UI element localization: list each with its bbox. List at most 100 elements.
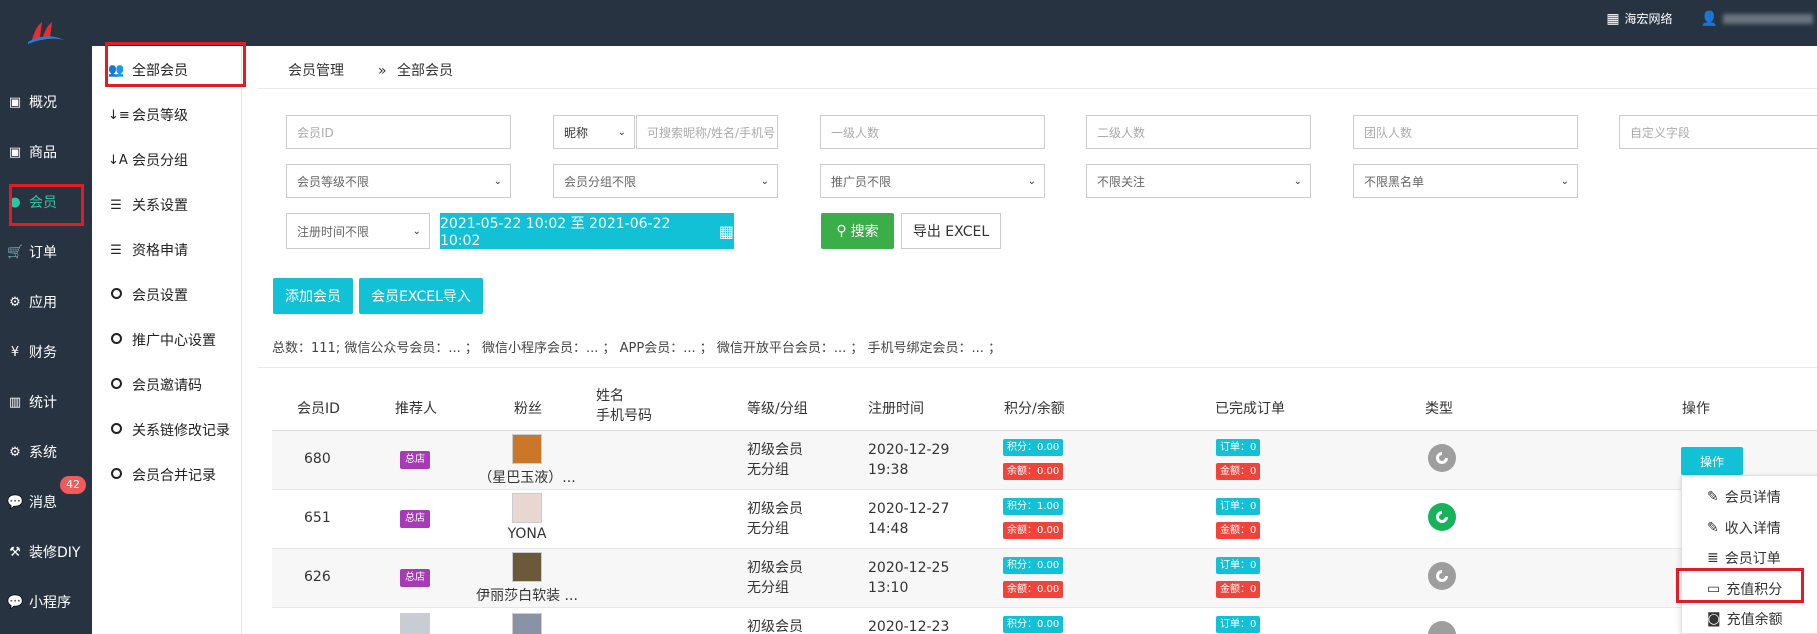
follow-select[interactable]: 不限关注 ⌄ [1086,164,1311,198]
sidebar-item-apps[interactable]: ⚙ 应用 [0,284,92,320]
fan-nickname: （星巴玉液）... [478,470,576,486]
fan-nickname: YONA [507,526,547,542]
breadcrumb-current: 全部会员 [397,63,454,79]
referrer-avatar[interactable] [400,613,430,634]
orders-pill: 订单：0 [1216,439,1261,456]
blacklist-select[interactable]: 不限黑名单 ⌄ [1353,164,1578,198]
import-excel-button[interactable]: 会员EXCEL导入 [359,278,483,314]
sliders-icon: ☰ [110,197,122,213]
points-pill: 积分：0.00 [1003,616,1064,633]
brand-name: 海宏网络 [1624,12,1673,26]
orders-pill: 订单：0 [1216,498,1261,515]
avatar[interactable] [512,552,542,582]
subnav-item-relation-settings[interactable]: ☰ 关系设置 [108,191,188,219]
sidebar-item-miniapp[interactable]: 💬 小程序 [0,584,92,620]
circle-icon [110,467,122,479]
nickname-type-select[interactable]: 昵称 ⌄ [553,115,635,149]
message-icon: 💬 [7,494,24,510]
subnav-item-invite-code[interactable]: 会员邀请码 [108,371,202,399]
level2-placeholder: 二级人数 [1097,125,1146,140]
edit-icon: ✎ [1707,520,1719,536]
sidebar-item-label: 概况 [29,95,57,111]
table-row: 初级会员 2020-12-23 积分：0.00 订单：0 [272,608,1817,634]
reg-clock: 19:38 [868,462,909,478]
reg-time-value: 注册时间不限 [297,224,370,239]
avatar[interactable] [512,493,542,523]
menu-item-member-orders[interactable]: ≣ 会员订单 [1707,548,1781,568]
th-type: 类型 [1425,401,1453,417]
menu-item-label: 收入详情 [1724,521,1781,537]
circle-icon [110,287,122,299]
breadcrumb: 会员管理 » 全部会员 [288,60,453,80]
add-member-button[interactable]: 添加会员 [273,278,353,314]
wechat-type-icon [1428,562,1456,590]
th-action: 操作 [1682,401,1710,417]
sidebar-item-system[interactable]: ⚙ 系统 [0,434,92,470]
level2-count-input[interactable]: 二级人数 [1086,115,1311,149]
cart-icon: 🛒 [7,244,24,260]
subnav-item-qualification[interactable]: ☰ 资格申请 [108,236,188,264]
sidebar-item-label: 订单 [29,245,57,261]
subnav-item-merge-log[interactable]: 会员合并记录 [108,461,216,489]
goods-icon: ▣ [8,144,22,160]
sidebar-item-orders[interactable]: 🛒 订单 [0,234,92,270]
custom-field-input[interactable]: 自定义字段 [1619,115,1817,149]
amount-pill: 金额：0 [1216,522,1261,539]
bar-chart-icon: ▥ [8,394,22,410]
apps-icon: ⚙ [9,294,21,310]
search-button[interactable]: ⚲ 搜索 [821,213,894,249]
user-menu[interactable]: 👤 [1701,11,1817,27]
user-name-redacted [1723,13,1813,24]
subnav-label: 关系链修改记录 [132,423,230,439]
avatar[interactable] [512,434,542,464]
member-group-select[interactable]: 会员分组不限 ⌄ [553,164,778,198]
chevron-down-icon: ⌄ [760,175,769,187]
member-summary: 总数：111; 微信公众号会员：... ； 微信小程序会员：... ； APP会… [272,341,1002,356]
breadcrumb-parent[interactable]: 会员管理 [288,60,344,80]
export-label: 导出 EXCEL [912,224,990,240]
subnav-item-member-level[interactable]: ↓≡ 会员等级 [108,101,188,129]
chevron-down-icon: ⌄ [1293,175,1302,187]
brand-link[interactable]: ▦ 海宏网络 [1606,10,1672,27]
message-count-badge: 42 [60,476,86,494]
hammer-icon: ⚒ [9,544,21,560]
sidebar-item-label: 小程序 [29,595,71,611]
subnav-item-member-group[interactable]: ↓A 会员分组 [108,146,188,174]
fan-nickname: 伊丽莎白软装 ... [476,588,578,604]
menu-item-income-detail[interactable]: ✎ 收入详情 [1707,518,1781,538]
avatar[interactable] [512,613,542,634]
menu-item-recharge-balance[interactable]: ◙ 充值余额 [1707,609,1783,629]
menu-item-label: 会员详情 [1724,490,1781,506]
sidebar-item-overview[interactable]: ▣ 概况 [0,84,92,120]
member-id-input[interactable]: 会员ID [286,115,511,149]
level1-count-input[interactable]: 一级人数 [820,115,1045,149]
promoter-select[interactable]: 推广员不限 ⌄ [820,164,1045,198]
subnav-item-promo-center[interactable]: 推广中心设置 [108,326,216,354]
member-id: 626 [304,569,331,585]
sidebar-item-stats[interactable]: ▥ 统计 [0,384,92,420]
subnav-item-member-settings[interactable]: 会员设置 [108,281,188,309]
sidebar-item-label: 系统 [29,445,57,461]
sidebar-item-goods[interactable]: ▣ 商品 [0,134,92,170]
main-sidebar: ▣ 概况 ▣ 商品 ● 会员 🛒 订单 ⚙ 应用 ¥ 财务 ▥ 统计 ⚙ 系统 … [0,46,92,634]
reg-date: 2020-12-23 [868,619,950,634]
subnav-item-relation-log[interactable]: 关系链修改记录 [108,416,230,444]
member-level: 初级会员 [747,501,803,517]
menu-item-member-detail[interactable]: ✎ 会员详情 [1707,487,1781,507]
row-action-button[interactable]: 操作 [1681,447,1743,475]
subnav-label: 推广中心设置 [132,333,216,349]
balance-pill: 余额：0.00 [1003,581,1064,598]
date-range-picker[interactable]: 2021-05-22 10:02 至 2021-06-22 10:02 ▦ [440,213,734,249]
member-level-select[interactable]: 会员等级不限 ⌄ [286,164,511,198]
nickname-search-input[interactable]: 可搜索昵称/姓名/手机号 [636,115,778,149]
promoter-value: 推广员不限 [831,174,892,189]
summary-divider [258,367,1817,368]
sidebar-item-diy[interactable]: ⚒ 装修DIY [0,534,92,570]
member-level: 初级会员 [747,560,803,576]
edit-icon: ✎ [1707,489,1719,505]
sidebar-item-finance[interactable]: ¥ 财务 [0,334,92,370]
export-excel-button[interactable]: 导出 EXCEL [901,213,1001,249]
reg-clock: 14:48 [868,521,909,537]
team-count-input[interactable]: 团队人数 [1353,115,1578,149]
reg-time-select[interactable]: 注册时间不限 ⌄ [286,213,430,249]
